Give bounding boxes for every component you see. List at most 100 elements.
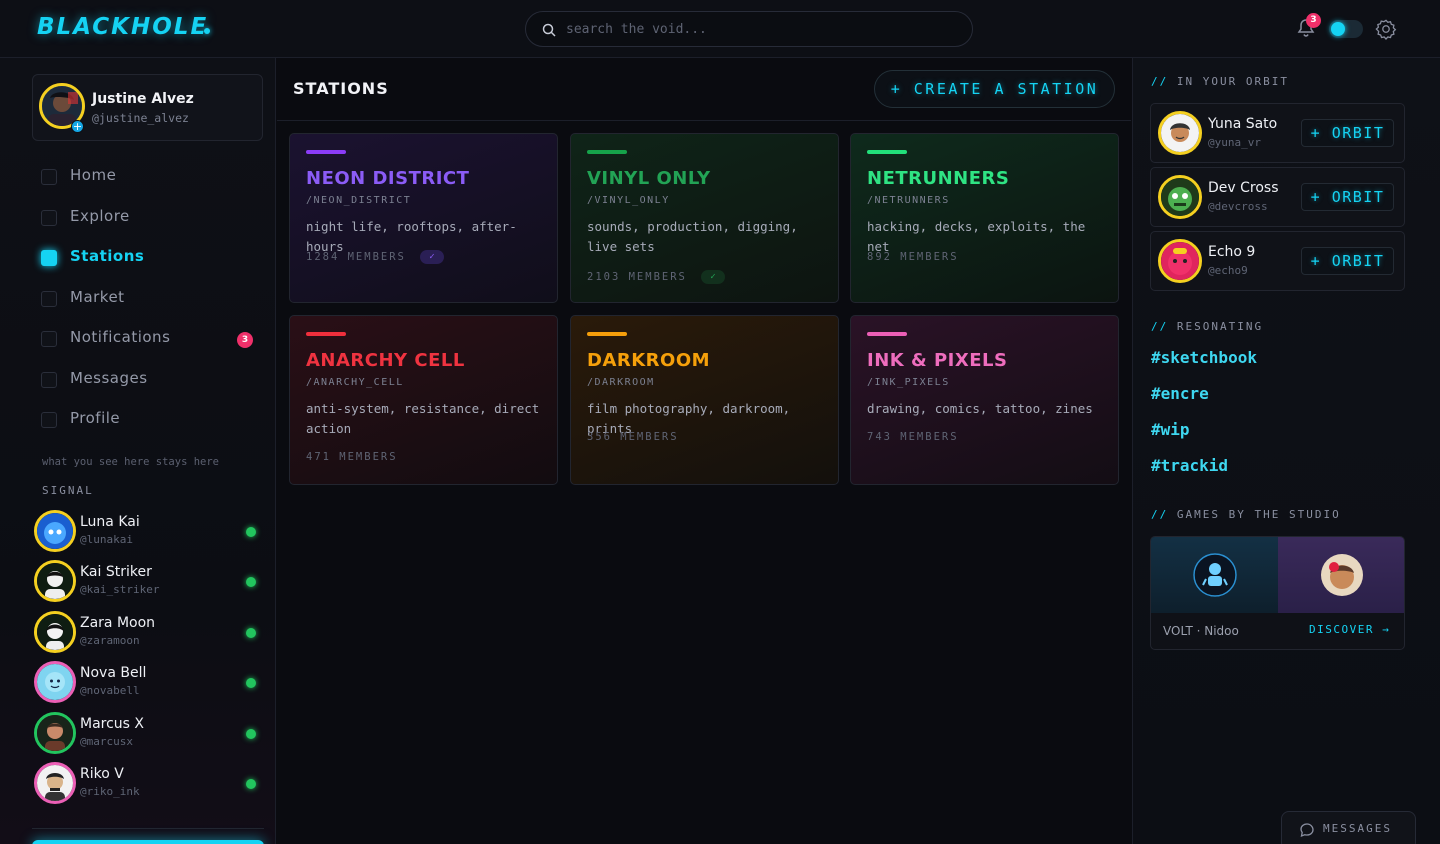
joined-check-icon: ✓ (420, 250, 444, 264)
messages-button[interactable]: MESSAGES (1281, 811, 1416, 844)
station-members: 356 MEMBERS (587, 431, 679, 443)
sidebar-divider (32, 828, 264, 829)
station-slug: /INK_PIXELS (867, 377, 950, 388)
signal-title: SIGNAL (42, 484, 94, 497)
station-name: VINYL ONLY (587, 168, 711, 189)
search-icon (542, 23, 556, 37)
orbit-handle: @yuna_vr (1208, 136, 1261, 149)
online-status (246, 678, 256, 688)
online-status (246, 527, 256, 537)
logo-dot (204, 28, 210, 34)
section-label: RESONATING (1176, 320, 1264, 333)
nav-marker (41, 250, 57, 266)
profile-handle: @justine_alvez (92, 111, 189, 125)
nav-home[interactable]: Home (41, 164, 261, 188)
station-card[interactable]: VINYL ONLY /VINYL_ONLY sounds, productio… (570, 133, 839, 303)
section-label: IN YOUR ORBIT (1176, 75, 1289, 88)
avatar[interactable] (1158, 175, 1202, 219)
station-members: 2103 MEMBERS (587, 271, 687, 283)
section-label: GAMES BY THE STUDIO (1176, 508, 1341, 521)
online-status (246, 779, 256, 789)
avatar[interactable] (34, 661, 76, 703)
avatar[interactable] (34, 611, 76, 653)
profile-card[interactable]: + Justine Alvez @justine_alvez (32, 74, 263, 141)
nav-market[interactable]: Market (41, 286, 261, 310)
friend-name: Kai Striker (80, 564, 152, 580)
games-card[interactable]: VOLT · Nidoo DISCOVER → (1150, 536, 1405, 650)
station-card[interactable]: INK & PIXELS /INK_PIXELS drawing, comics… (850, 315, 1119, 485)
add-orbit-button[interactable]: + ORBIT (1301, 183, 1394, 211)
add-orbit-button[interactable]: + ORBIT (1301, 119, 1394, 147)
orbit-name: Echo 9 (1208, 244, 1256, 260)
game-tile-nidoo[interactable] (1278, 537, 1404, 613)
station-name: INK & PIXELS (867, 350, 1008, 371)
theme-toggle[interactable] (1329, 20, 1363, 38)
station-card[interactable]: NETRUNNERS /NETRUNNERS hacking, decks, e… (850, 133, 1119, 303)
station-card[interactable]: ANARCHY CELL /ANARCHY_CELL anti-system, … (289, 315, 558, 485)
discover-link[interactable]: DISCOVER → (1309, 623, 1390, 636)
sidebar-action-button[interactable] (32, 840, 264, 844)
hashtag-link[interactable]: #encre (1151, 384, 1209, 403)
station-members: 1284 MEMBERS (306, 251, 406, 263)
station-name: NETRUNNERS (867, 168, 1010, 189)
friend-name: Riko V (80, 766, 124, 782)
friend-item[interactable]: Marcus X @marcusx (34, 712, 264, 756)
friend-item[interactable]: Kai Striker @kai_striker (34, 560, 264, 604)
friend-item[interactable]: Luna Kai @lunakai (34, 510, 264, 554)
search-input[interactable] (566, 12, 956, 46)
station-description: sounds, production, digging, live sets (587, 219, 798, 254)
friend-item[interactable]: Nova Bell @novabell (34, 661, 264, 705)
game-tile-volt[interactable] (1151, 537, 1278, 613)
hashtag-link[interactable]: #trackid (1151, 456, 1228, 475)
chat-bubble-icon (1300, 823, 1314, 838)
station-card[interactable]: NEON DISTRICT /NEON_DISTRICT night life,… (289, 133, 558, 303)
avatar[interactable] (34, 762, 76, 804)
sidebar: + Justine Alvez @justine_alvez Home Expl… (0, 58, 276, 844)
games-names: VOLT · Nidoo (1163, 624, 1239, 638)
create-station-button[interactable]: + CREATE A STATION (874, 70, 1115, 108)
friend-item[interactable]: Zara Moon @zaramoon (34, 611, 264, 655)
nav-notifications[interactable]: Notifications 3 (41, 326, 261, 350)
station-members: 892 MEMBERS (867, 251, 959, 263)
hashtag-link[interactable]: #sketchbook (1151, 348, 1257, 367)
orbit-suggestion[interactable]: Echo 9 @echo9 + ORBIT (1150, 231, 1405, 291)
nav-messages[interactable]: Messages (41, 367, 261, 391)
online-status (246, 577, 256, 587)
friend-item[interactable]: Riko V @riko_ink (34, 762, 264, 806)
avatar[interactable] (34, 712, 76, 754)
avatar[interactable] (34, 510, 76, 552)
nav-profile[interactable]: Profile (41, 407, 261, 431)
orbit-suggestion[interactable]: Dev Cross @devcross + ORBIT (1150, 167, 1405, 227)
orbit-suggestion[interactable]: Yuna Sato @yuna_vr + ORBIT (1150, 103, 1405, 163)
friend-name: Zara Moon (80, 615, 156, 631)
avatar[interactable] (1158, 111, 1202, 155)
gear-icon[interactable] (1375, 18, 1397, 40)
station-members: 743 MEMBERS (867, 431, 959, 443)
nav-marker (41, 412, 57, 428)
nav-stations[interactable]: Stations (41, 245, 261, 269)
station-name: DARKROOM (587, 350, 711, 371)
add-story-icon[interactable]: + (71, 120, 84, 133)
avatar[interactable] (34, 560, 76, 602)
orbit-handle: @devcross (1208, 200, 1268, 213)
nav-marker (41, 331, 57, 347)
nav-explore[interactable]: Explore (41, 205, 261, 229)
profile-name: Justine Alvez (92, 91, 194, 107)
station-card[interactable]: DARKROOM /DARKROOM film photography, dar… (570, 315, 839, 485)
friend-name: Marcus X (80, 716, 145, 732)
station-slug: /DARKROOM (587, 377, 655, 388)
section-prefix: // (1151, 508, 1169, 521)
nav-label: Stations (70, 247, 145, 265)
avatar[interactable] (1158, 239, 1202, 283)
add-orbit-button[interactable]: + ORBIT (1301, 247, 1394, 275)
section-prefix: // (1151, 320, 1169, 333)
notification-badge: 3 (1306, 13, 1321, 28)
hashtag-link[interactable]: #wip (1151, 420, 1190, 439)
search-bar[interactable] (525, 11, 973, 47)
joined-check-icon: ✓ (701, 270, 725, 284)
station-description: drawing, comics, tattoo, zines (867, 401, 1093, 416)
nav-label: Market (70, 288, 125, 306)
logo[interactable]: BLACKHOLE (37, 14, 208, 40)
station-name: ANARCHY CELL (306, 350, 465, 371)
nav-label: Home (70, 166, 117, 184)
